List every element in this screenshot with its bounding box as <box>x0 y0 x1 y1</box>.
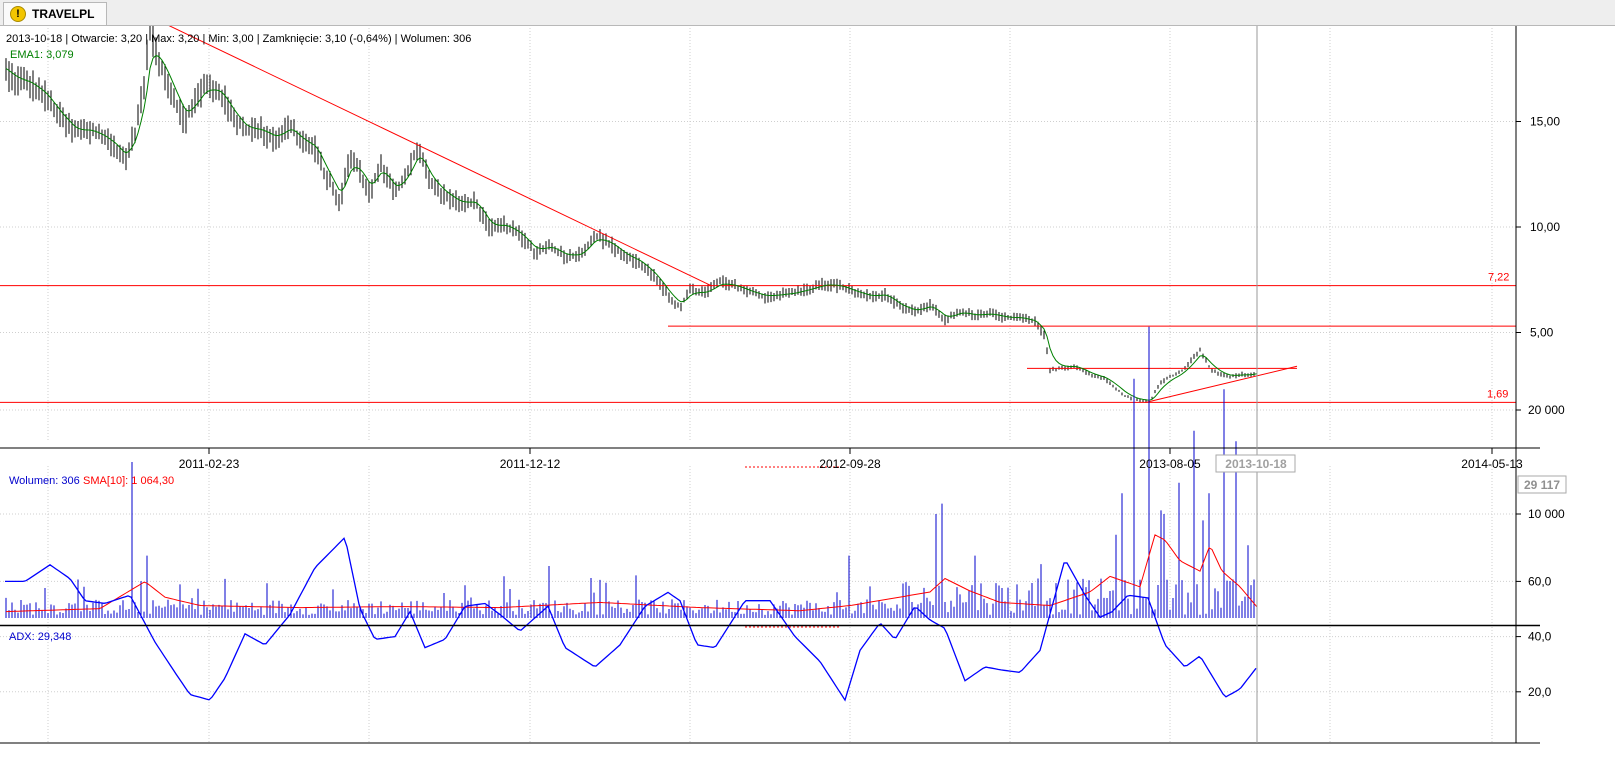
level-label-7-22: 7,22 <box>1488 272 1509 284</box>
tab-label: TRAVELPL <box>32 7 95 21</box>
x-tick-label: 2011-02-23 <box>179 457 240 471</box>
sma-info: SMA[10]: 1 064,30 <box>83 475 174 487</box>
volume-info: Wolumen: 306 <box>9 475 80 487</box>
adx-y-tick-label: 40,0 <box>1528 630 1552 644</box>
warning-icon: ! <box>10 6 26 22</box>
price-y-tick-label: 15,00 <box>1530 115 1560 129</box>
price-y-tick-label: 10,00 <box>1530 220 1560 234</box>
x-tick-label: 2014-05-13 <box>1461 457 1523 471</box>
adx-info: ADX: 29,348 <box>9 631 71 643</box>
ohlc-info: 2013-10-18 | Otwarcie: 3,20 | Max: 3,20 … <box>6 33 471 45</box>
volume-y-tick-label: 10 000 <box>1528 507 1565 521</box>
price-y-tick-label: 5,00 <box>1530 326 1554 340</box>
cursor-date-label: 2013-10-18 <box>1225 457 1287 471</box>
ema-info: EMA1: 3,079 <box>10 49 74 61</box>
volume-current-label: 29 117 <box>1524 478 1560 492</box>
x-tick-label: 2011-12-12 <box>500 457 561 471</box>
x-tick-label: 2012-09-28 <box>819 457 881 471</box>
tab-bar: ! TRAVELPL <box>0 0 1615 26</box>
volume-y-tick-label: 20 000 <box>1528 403 1565 417</box>
chart-area[interactable]: 20,0015,0010,005,007,221,692011-02-23201… <box>0 26 1615 767</box>
adx-y-tick-label: 60,0 <box>1528 574 1552 588</box>
chart-background <box>0 26 1615 767</box>
level-label-1-69: 1,69 <box>1487 388 1508 400</box>
chart-tab[interactable]: ! TRAVELPL <box>3 2 108 25</box>
x-tick-label: 2013-08-05 <box>1139 457 1201 471</box>
adx-y-tick-label: 20,0 <box>1528 685 1552 699</box>
